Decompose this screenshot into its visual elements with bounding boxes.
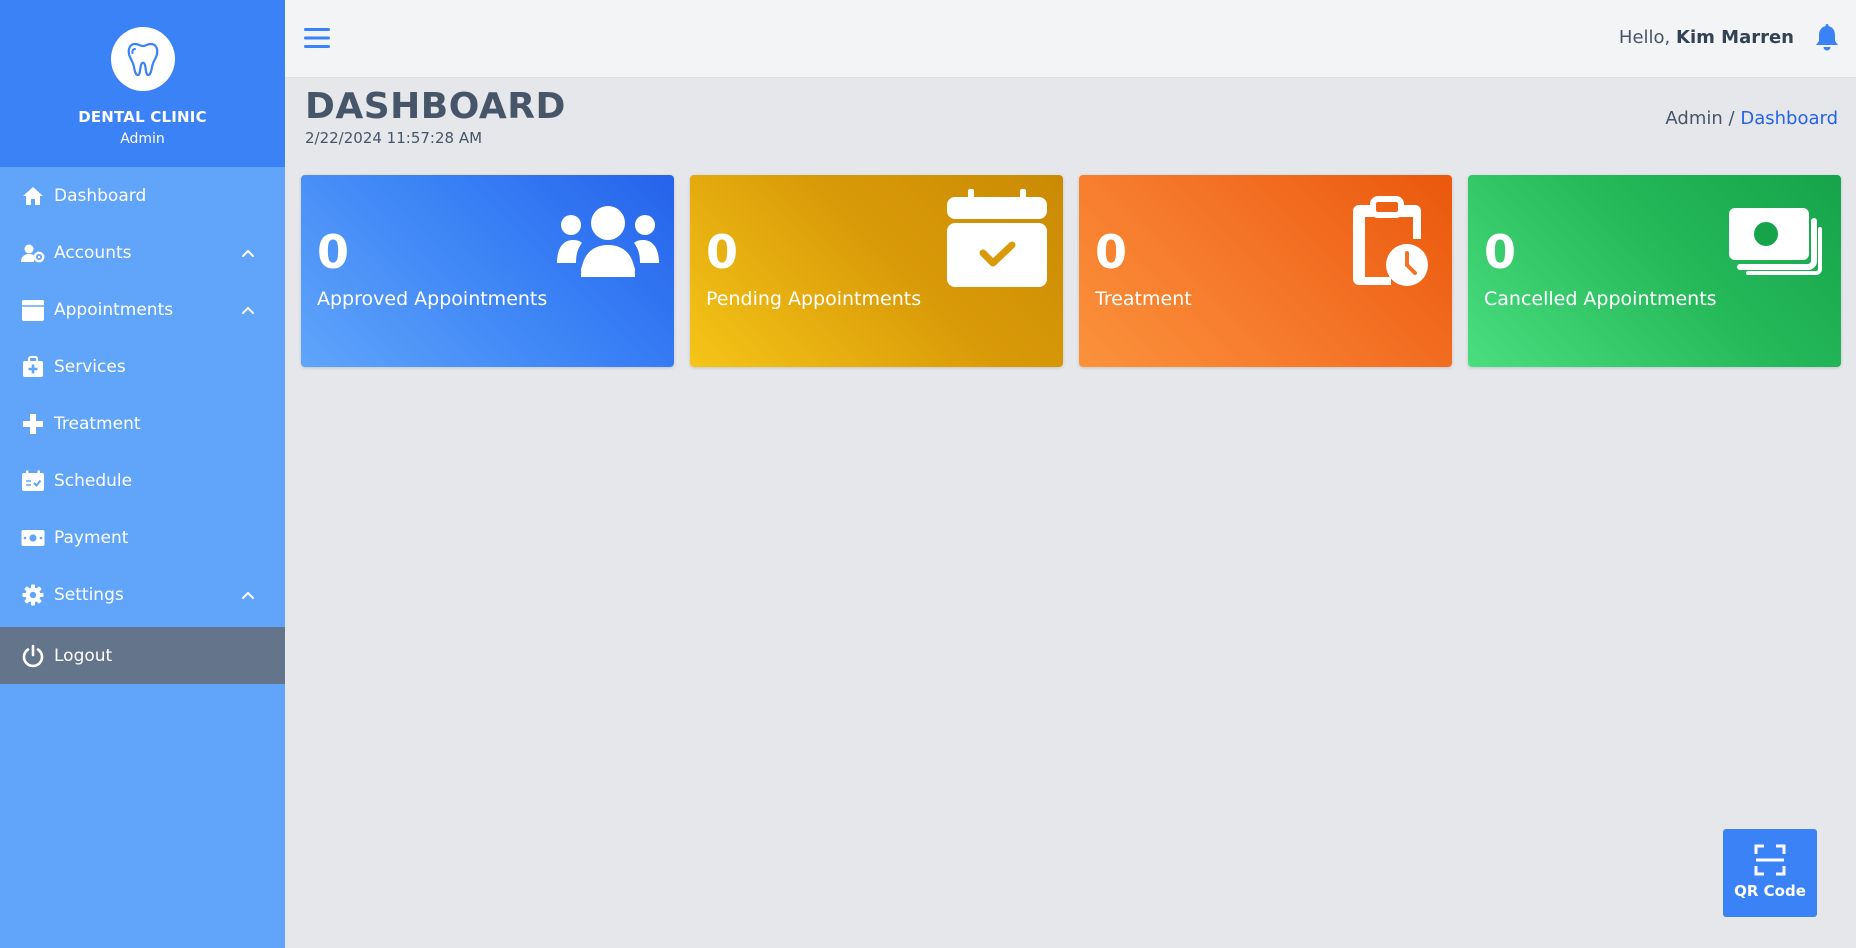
qr-code-button[interactable]: QR Code [1723,829,1817,917]
card-label: Pending Appointments [706,288,922,310]
logout-label: Logout [54,645,113,666]
breadcrumb-dashboard[interactable]: Dashboard [1740,108,1838,129]
sidebar-item-label: Treatment [54,413,141,434]
gear-icon [21,583,45,607]
tooth-icon [127,42,158,77]
sidebar-item-settings[interactable]: Settings [0,566,285,623]
sidebar-item-services[interactable]: Services [0,338,285,395]
money-bills-icon [1729,208,1822,275]
dashboard-app: DENTAL CLINIC Admin Dashboard Accounts A… [0,0,1856,948]
sidebar-item-appointments[interactable]: Appointments [0,281,285,338]
sidebar-item-label: Settings [54,584,124,605]
chevron-up-icon[interactable] [241,588,255,602]
sidebar-item-label: Services [54,356,126,377]
pending-appointments-card[interactable]: 0 Pending Appointments [690,175,1063,367]
brand-header: DENTAL CLINIC Admin [0,0,285,167]
card-count: 0 [1484,225,1517,279]
sidebar-item-dashboard[interactable]: Dashboard [0,167,285,224]
greeting-prefix: Hello, [1618,27,1671,48]
sidebar-item-schedule[interactable]: Schedule [0,452,285,509]
card-count: 0 [706,225,739,279]
sidebar-item-label: Schedule [54,470,133,491]
chevron-up-icon[interactable] [241,303,255,317]
user-role: Admin [120,131,165,147]
sidebar-item-label: Dashboard [54,185,147,206]
cancelled-appointments-card[interactable]: 0 Cancelled Appointments [1468,175,1841,367]
card-count: 0 [1095,225,1128,279]
logout-button[interactable]: Logout [0,627,285,684]
breadcrumb-separator: / [1728,108,1735,129]
money-bill-icon [21,526,45,550]
medkit-icon [21,355,45,379]
user-gear-icon [21,241,45,265]
clinic-name: DENTAL CLINIC [78,108,207,126]
sidebar-item-payment[interactable]: Payment [0,509,285,566]
card-label: Approved Appointments [317,288,548,310]
bell-icon[interactable] [1814,24,1840,52]
breadcrumb: Admin / Dashboard [1665,108,1838,129]
chevron-up-icon[interactable] [241,246,255,260]
breadcrumb-admin[interactable]: Admin [1665,108,1722,129]
page-title: DASHBOARD [305,86,566,127]
top-bar: Hello, Kim Marren [285,0,1856,78]
sidebar-item-label: Payment [54,527,129,548]
users-icon [557,206,659,277]
sidebar: DENTAL CLINIC Admin Dashboard Accounts A… [0,0,285,948]
user-greeting[interactable]: Hello, Kim Marren [1619,27,1794,48]
clinic-logo [110,27,175,91]
sidebar-item-label: Appointments [54,299,174,320]
sidebar-item-treatment[interactable]: Treatment [0,395,285,452]
sidebar-item-label: Accounts [54,242,132,263]
card-label: Cancelled Appointments [1484,288,1717,310]
calendar-check-icon [947,189,1047,287]
medical-cross-icon [21,412,45,436]
calendar-icon [21,298,45,322]
user-name: Kim Marren [1676,27,1794,48]
qr-scan-icon [1754,844,1786,876]
card-label: Treatment [1095,288,1192,310]
sidebar-nav: Dashboard Accounts Appointments Services… [0,167,285,684]
treatment-card[interactable]: 0 Treatment [1079,175,1452,367]
power-icon [21,644,45,668]
current-datetime: 2/22/2024 11:57:28 AM [305,129,483,147]
qr-code-label: QR Code [1734,882,1806,900]
calendar-check-icon [21,469,45,493]
clipboard-clock-icon [1353,196,1428,286]
approved-appointments-card[interactable]: 0 Approved Appointments [301,175,674,367]
home-icon [21,184,45,208]
card-count: 0 [317,225,350,279]
hamburger-icon[interactable] [303,26,331,50]
sidebar-item-accounts[interactable]: Accounts [0,224,285,281]
